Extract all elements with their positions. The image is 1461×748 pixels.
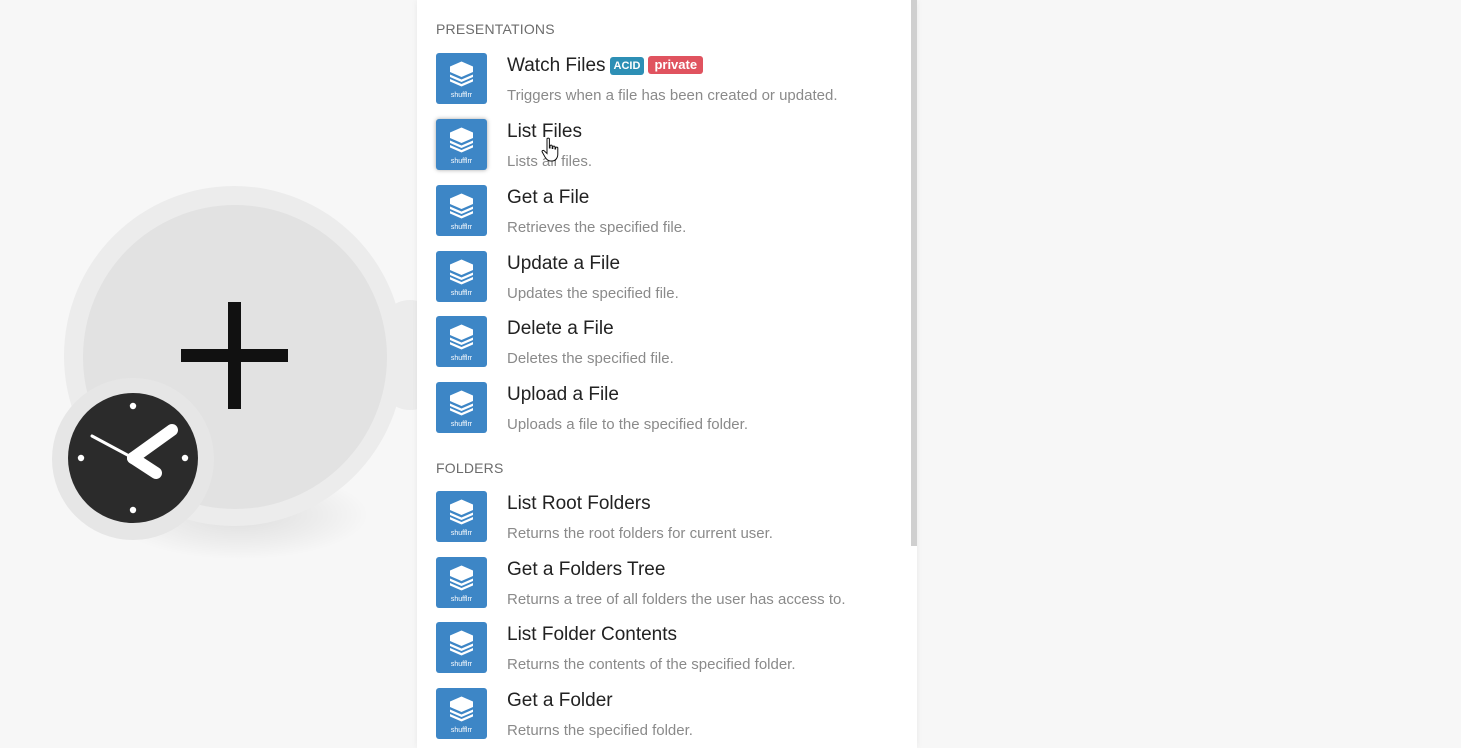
item-description: Returns a tree of all folders the user h… bbox=[507, 591, 846, 608]
item-title: Get a Folders Tree bbox=[507, 559, 666, 580]
shufflrr-app-icon: shufflrr bbox=[436, 382, 487, 433]
shufflrr-logo-label: shufflrr bbox=[451, 727, 473, 734]
section-header-folders: FOLDERS bbox=[436, 460, 504, 476]
item-title: List Root Folders bbox=[507, 493, 651, 514]
shufflrr-app-icon: shufflrr bbox=[436, 688, 487, 739]
shufflrr-app-icon: shufflrr bbox=[436, 119, 487, 170]
item-description: Deletes the specified file. bbox=[507, 350, 674, 367]
acid-badge: ACID bbox=[609, 57, 645, 75]
shufflrr-app-icon: shufflrr bbox=[436, 316, 487, 367]
list-item-list-folder-contents[interactable]: shufflrr List Folder Contents Returns th… bbox=[436, 622, 906, 682]
shufflrr-logo-label: shufflrr bbox=[451, 596, 473, 603]
shufflrr-logo-icon: shufflrr bbox=[450, 390, 473, 428]
scenario-canvas: PRESENTATIONS shufflrr Watch Files ACID pr… bbox=[0, 0, 1461, 748]
item-description: Uploads a file to the specified folder. bbox=[507, 416, 748, 433]
list-item-get-a-folder[interactable]: shufflrr Get a Folder Returns the specif… bbox=[436, 688, 906, 748]
shufflrr-logo-icon: shufflrr bbox=[450, 630, 473, 668]
list-item-get-a-file[interactable]: shufflrr Get a File Retrieves the specif… bbox=[436, 185, 906, 245]
item-description: Returns the specified folder. bbox=[507, 722, 693, 739]
shufflrr-logo-icon: shufflrr bbox=[450, 499, 473, 537]
list-item-list-root-folders[interactable]: shufflrr List Root Folders Returns the r… bbox=[436, 491, 906, 551]
shufflrr-logo-label: shufflrr bbox=[451, 158, 473, 165]
section-header-presentations: PRESENTATIONS bbox=[436, 21, 555, 37]
shufflrr-logo-label: shufflrr bbox=[451, 355, 473, 362]
shufflrr-logo-icon: shufflrr bbox=[450, 259, 473, 297]
item-title: List Folder Contents bbox=[507, 624, 678, 645]
shufflrr-logo-icon: shufflrr bbox=[450, 193, 473, 231]
shufflrr-logo-icon: shufflrr bbox=[450, 324, 473, 362]
shufflrr-app-icon: shufflrr bbox=[436, 622, 487, 673]
list-item-watch-files[interactable]: shufflrr Watch Files ACID private Triggers… bbox=[436, 53, 906, 113]
item-title: Get a Folder bbox=[507, 690, 613, 711]
list-item-delete-a-file[interactable]: shufflrr Delete a File Deletes the speci… bbox=[436, 316, 906, 376]
shufflrr-logo-icon: shufflrr bbox=[450, 696, 473, 734]
shufflrr-app-icon: shufflrr bbox=[436, 557, 487, 608]
panel-scrollbar[interactable] bbox=[911, 0, 917, 546]
list-item-update-a-file[interactable]: shufflrr Update a File Updates the speci… bbox=[436, 251, 906, 311]
item-title: Delete a File bbox=[507, 318, 614, 339]
shufflrr-logo-icon: shufflrr bbox=[450, 565, 473, 603]
list-item-upload-a-file[interactable]: shufflrr Upload a File Uploads a file to… bbox=[436, 382, 906, 442]
list-item-get-a-folders-tree[interactable]: shufflrr Get a Folders Tree Returns a tr… bbox=[436, 557, 906, 617]
shufflrr-logo-label: shufflrr bbox=[451, 421, 473, 428]
item-title: Get a File bbox=[507, 187, 590, 208]
shufflrr-logo-label: shufflrr bbox=[451, 661, 473, 668]
clock-icon[interactable] bbox=[68, 393, 198, 523]
shufflrr-logo-icon: shufflrr bbox=[450, 127, 473, 165]
item-title: Upload a File bbox=[507, 384, 619, 405]
shufflrr-app-icon: shufflrr bbox=[436, 53, 487, 104]
hand-cursor-icon bbox=[541, 137, 559, 162]
shufflrr-logo-label: shufflrr bbox=[451, 290, 473, 297]
shufflrr-app-icon: shufflrr bbox=[436, 491, 487, 542]
shufflrr-app-icon: shufflrr bbox=[436, 185, 487, 236]
item-title: Watch Files ACID private bbox=[507, 55, 704, 77]
item-description: Returns the contents of the specified fo… bbox=[507, 656, 796, 673]
shufflrr-logo-label: shufflrr bbox=[451, 530, 473, 537]
private-badge: private bbox=[648, 56, 704, 74]
shufflrr-logo-label: shufflrr bbox=[451, 92, 473, 99]
shufflrr-logo-label: shufflrr bbox=[451, 224, 473, 231]
item-title: Update a File bbox=[507, 253, 621, 274]
item-description: Updates the specified file. bbox=[507, 285, 679, 302]
list-item-list-files[interactable]: shufflrr List Files Lists all files. bbox=[436, 119, 906, 179]
shufflrr-logo-icon: shufflrr bbox=[450, 61, 473, 99]
item-description: Retrieves the specified file. bbox=[507, 219, 687, 236]
shufflrr-app-icon: shufflrr bbox=[436, 251, 487, 302]
item-description: Triggers when a file has been created or… bbox=[507, 87, 838, 104]
item-description: Returns the root folders for current use… bbox=[507, 525, 773, 542]
